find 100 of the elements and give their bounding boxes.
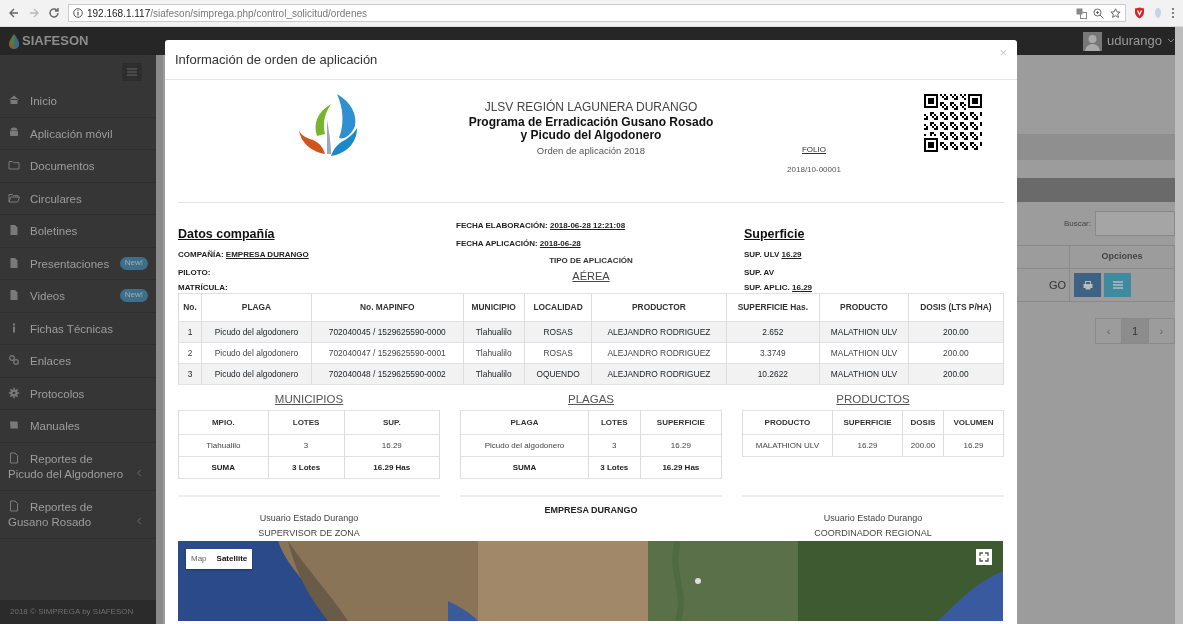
table-cell: 3 — [178, 363, 202, 385]
scrollbar[interactable] — [156, 55, 163, 624]
caret-icon[interactable] — [1167, 38, 1175, 44]
column-header: PRODUCTO — [742, 410, 833, 435]
reload-icon[interactable] — [48, 7, 60, 19]
table-title: PLAGAS — [567, 392, 615, 407]
table-cell: Tlahualilo — [178, 434, 269, 457]
table-cell: 16.29 — [640, 434, 722, 457]
shield-icon[interactable] — [1134, 7, 1145, 19]
column-header: PRODUCTO — [819, 293, 909, 322]
table-cell: MALATHION ULV — [742, 434, 833, 457]
table-cell: 16.29 Has — [344, 456, 440, 479]
column-header: PRODUCTOR — [591, 293, 726, 322]
column-header: MPIO. — [178, 410, 269, 435]
link-icon — [8, 354, 20, 367]
print-button[interactable] — [1074, 273, 1101, 297]
table-cell: 16.29 — [943, 434, 1004, 457]
folder-icon — [8, 159, 20, 172]
section-heading: Datos compañía — [178, 226, 276, 243]
order-subtitle: Orden de aplicación 2018 — [535, 144, 647, 159]
table-cell: ROSAS — [524, 321, 592, 343]
section-heading: Superficie — [744, 226, 806, 243]
search-field[interactable] — [1095, 211, 1175, 236]
field-text: FECHA ELABORACIÓN: 2018-06-28 12:21:08 — [456, 220, 627, 232]
table-cell: Tlahualilo — [463, 363, 525, 385]
table-cell: 3 — [588, 434, 641, 457]
table-cell: 200.00 — [908, 363, 1004, 385]
column-header: LOCALIDAD — [524, 293, 592, 322]
star-icon[interactable] — [1110, 7, 1121, 19]
column-header: VOLUMEN — [943, 410, 1004, 435]
list-icon — [1112, 281, 1123, 289]
table-cell: 2 — [178, 342, 202, 364]
field-label: TIPO DE APLICACIÓN — [548, 255, 634, 267]
column-header: SUPERFICIE — [832, 410, 903, 435]
table-cell: Tlahualilo — [463, 342, 525, 364]
file-icon — [8, 224, 20, 237]
zoom-icon[interactable] — [1093, 7, 1104, 19]
table-cell: 702040045 / 1529625590-0000 — [311, 321, 464, 343]
table-cell: ALEJANDRO RODRIGUEZ — [591, 342, 726, 364]
table-cell: Picudo del algodonero — [201, 363, 312, 385]
table-cell: 200.00 — [902, 434, 944, 457]
table-cell: 10.2622 — [726, 363, 820, 385]
address-bar[interactable]: 192.168.1.117/siafeson/simprega.php/control_solicitud/ordenes — [68, 4, 1126, 22]
table-cell: 16.29 Has — [640, 456, 722, 479]
column-header: DOSIS (LTS P/HA) — [908, 293, 1004, 322]
table-cell-text: GO — [1048, 277, 1066, 293]
table-cell: 16.29 — [344, 434, 440, 457]
table-cell: SUMA — [178, 456, 269, 479]
field-text: SUP. APLIC. 16.29 — [744, 281, 814, 294]
info-icon — [73, 8, 83, 18]
printer-icon — [1082, 280, 1093, 290]
file-icon — [8, 256, 20, 269]
application-type: AÉREA — [571, 269, 611, 283]
field-text: SUP. ULV 16.29 — [744, 248, 803, 261]
column-header: SUP. — [344, 410, 440, 435]
signature-text: SUPERVISOR DE ZONA — [258, 528, 360, 538]
file-icon — [8, 499, 20, 512]
translate-icon[interactable] — [1076, 7, 1087, 19]
back-icon[interactable] — [8, 7, 20, 19]
table-cell: 702040048 / 1529625590-0002 — [311, 363, 464, 385]
sidebar-item[interactable]: Presentaciones New! — [0, 247, 156, 281]
field-text: FECHA APLICACIÓN: 2018-06-28 — [456, 238, 582, 250]
home-icon — [8, 94, 20, 106]
fullscreen-icon — [979, 552, 989, 562]
page-button[interactable]: 1 — [1122, 319, 1149, 343]
menu-toggle-button[interactable] — [122, 63, 142, 81]
avatar-icon — [1083, 31, 1103, 51]
table-cell: 200.00 — [908, 321, 1004, 343]
organization-name: JLSV REGIÓN LAGUNERA DURANGO — [483, 98, 699, 116]
sidebar-item[interactable]: Videos New! — [0, 280, 156, 313]
table-cell: Tlahualilo — [463, 321, 525, 343]
folio-number: 2018/10-00001 — [786, 164, 842, 176]
table-cell: 1 — [178, 321, 202, 343]
column-header: No. — [178, 293, 202, 322]
table-cell: MALATHION ULV — [819, 342, 909, 364]
table-cell: Picudo del algodonero — [460, 434, 589, 457]
table-cell: MALATHION ULV — [819, 363, 909, 385]
field-text: SUP. AV — [744, 266, 776, 279]
map-type-button[interactable]: Map — [186, 549, 212, 569]
file-icon — [8, 451, 20, 464]
column-header[interactable]: Opciones — [1101, 250, 1143, 264]
table-cell: MALATHION ULV — [819, 321, 909, 343]
table-cell: 3 Lotes — [268, 456, 345, 479]
scrollbar[interactable] — [1175, 27, 1183, 624]
modal-title: Información de orden de aplicación — [175, 50, 378, 69]
menu-icon — [127, 68, 137, 76]
folio-label: FOLIO — [801, 144, 827, 156]
footer-text: 2018 © SIMPREGA by SIAFESON — [0, 600, 156, 624]
signature-text: EMPRESA DURANGO — [544, 505, 638, 515]
gear-icon — [8, 386, 20, 399]
menu-icon[interactable] — [1171, 7, 1175, 19]
table-title: MUNICIPIOS — [273, 392, 345, 407]
fullscreen-button[interactable] — [976, 549, 992, 565]
table-title: PRODUCTOS — [835, 392, 911, 407]
folder-icon — [8, 191, 20, 204]
user-name[interactable]: udurango — [1107, 31, 1162, 51]
field-text: COMPAÑÍA: EMPRESA DURANGO — [178, 248, 310, 261]
table-cell: 3 — [268, 434, 345, 457]
new-badge: New! — [119, 289, 148, 303]
map-type-button[interactable]: Satellite — [211, 549, 253, 569]
